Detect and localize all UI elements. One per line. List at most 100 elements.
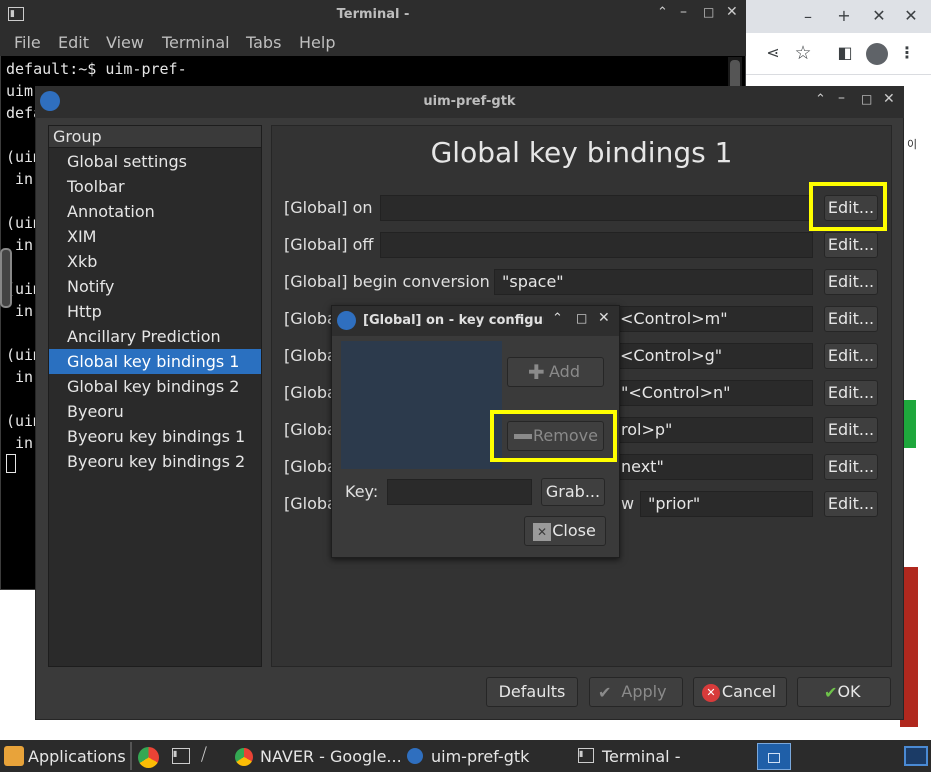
row-value-field[interactable]: next"	[612, 454, 813, 480]
chrome-close-icon[interactable]: ✕	[901, 6, 921, 26]
group-item-global-key-bindings-1[interactable]: Global key bindings 1	[49, 349, 261, 374]
applications-menu[interactable]: Applications	[28, 747, 126, 766]
grab-button[interactable]: Grab...	[541, 478, 605, 506]
begin-conversion-field[interactable]: "space"	[494, 269, 813, 295]
group-item-ancillary-prediction[interactable]: Ancillary Prediction	[49, 324, 261, 349]
row-value-field[interactable]: "<Control>n"	[612, 380, 813, 406]
terminal-launcher-icon[interactable]: ▮	[172, 748, 190, 764]
global-on-field[interactable]	[380, 195, 813, 221]
global-off-field[interactable]	[380, 232, 813, 258]
group-item-xkb[interactable]: Xkb	[49, 249, 261, 274]
more-menu-icon[interactable]: ⋮	[899, 43, 915, 63]
close-x-icon: ✕	[533, 523, 551, 541]
edit-button[interactable]: Edit...	[824, 380, 878, 406]
share-icon[interactable]: ⋖	[762, 43, 784, 63]
edit-button-begin-conversion[interactable]: Edit...	[824, 269, 878, 295]
group-item-byeoru[interactable]: Byeoru	[49, 399, 261, 424]
row-label: [Globa	[284, 346, 337, 365]
edit-button[interactable]: Edit...	[824, 417, 878, 443]
terminal-menu-help[interactable]: Help	[299, 33, 335, 52]
applications-menu-icon[interactable]	[4, 746, 24, 766]
chrome-minimize-button[interactable]: –	[798, 7, 818, 27]
group-item-annotation[interactable]: Annotation	[49, 199, 261, 224]
row-value-field[interactable]: "prior"	[640, 491, 813, 517]
terminal-minimize-icon[interactable]: –	[680, 4, 687, 20]
taskbar-terminal[interactable]: Terminal -	[602, 747, 680, 766]
terminal-menu-edit[interactable]: Edit	[58, 33, 89, 52]
terminal-titlebar: ▮ Terminal - ⌃ – □ ✕	[0, 0, 746, 30]
terminal-collapse-icon[interactable]: ⌃	[657, 5, 668, 20]
terminal-cursor	[6, 454, 16, 473]
group-item-http[interactable]: Http	[49, 299, 261, 324]
row-label: [Globa	[284, 420, 337, 439]
key-label: Key:	[345, 482, 379, 501]
terminal-menu-file[interactable]: File	[14, 33, 41, 52]
add-label: Add	[549, 362, 580, 381]
edit-button[interactable]: Edit...	[824, 491, 878, 517]
profile-avatar-icon[interactable]	[866, 43, 888, 65]
apply-button[interactable]: ✔ Apply	[589, 677, 683, 707]
edit-button[interactable]: Edit...	[824, 306, 878, 332]
group-item-global-settings[interactable]: Global settings	[49, 149, 261, 174]
taskbar-separator	[130, 742, 132, 770]
workspace-switcher[interactable]	[757, 743, 791, 770]
uim-task-icon	[407, 748, 423, 764]
apply-label: Apply	[621, 682, 667, 701]
group-item-xim[interactable]: XIM	[49, 224, 261, 249]
terminal-menu-terminal[interactable]: Terminal	[162, 33, 230, 52]
row-value-field[interactable]: <Control>m"	[612, 306, 813, 332]
chrome-launcher-icon[interactable]	[138, 747, 159, 768]
group-list-header[interactable]: Group	[49, 126, 261, 148]
edit-button[interactable]: Edit...	[824, 454, 878, 480]
row-label: [Globa	[284, 309, 337, 328]
plus-icon: ✚	[528, 360, 545, 384]
show-desktop-icon[interactable]	[904, 746, 928, 766]
check-icon: ✔	[598, 683, 612, 702]
uim-close-icon[interactable]: ✕	[883, 91, 895, 107]
close-label: Close	[552, 521, 596, 540]
terminal-line: in	[6, 368, 34, 386]
group-item-byeoru-key-bindings-2[interactable]: Byeoru key bindings 2	[49, 449, 261, 474]
terminal-close-icon[interactable]: ✕	[726, 4, 738, 20]
edit-button[interactable]: Edit...	[824, 343, 878, 369]
terminal-menu-tabs[interactable]: Tabs	[246, 33, 281, 52]
group-item-byeoru-key-bindings-1[interactable]: Byeoru key bindings 1	[49, 424, 261, 449]
uim-minimize-icon[interactable]: –	[838, 90, 845, 106]
star-icon[interactable]: ☆	[792, 43, 814, 63]
chrome-close-button[interactable]: ✕	[869, 6, 889, 26]
cancel-button[interactable]: ✕ Cancel	[693, 677, 787, 707]
group-item-notify[interactable]: Notify	[49, 274, 261, 299]
chrome-new-tab-button[interactable]: +	[834, 6, 854, 26]
group-item-global-key-bindings-2[interactable]: Global key bindings 2	[49, 374, 261, 399]
uim-maximize-icon[interactable]: □	[861, 92, 872, 106]
uim-collapse-icon[interactable]: ⌃	[815, 92, 826, 107]
group-item-toolbar[interactable]: Toolbar	[49, 174, 261, 199]
close-button[interactable]: ✕ Close	[524, 516, 606, 546]
dialog-maximize-icon[interactable]: □	[576, 311, 587, 325]
sidepanel-icon[interactable]: ◧	[834, 43, 856, 63]
defaults-button[interactable]: Defaults	[486, 677, 578, 707]
row-label-global-on: [Global] on	[284, 198, 373, 217]
terminal-menu-view[interactable]: View	[106, 33, 144, 52]
ok-button[interactable]: ✔ OK	[797, 677, 891, 707]
apache-launcher-icon[interactable]: ⧸	[201, 745, 207, 765]
dialog-title: [Global] on - key configurat	[363, 313, 544, 328]
taskbar-naver[interactable]: NAVER - Google...	[260, 747, 402, 766]
taskbar-uim[interactable]: uim-pref-gtk	[431, 747, 529, 766]
row-label: [Globa	[284, 494, 337, 513]
cancel-icon: ✕	[702, 684, 720, 702]
edit-button-global-off[interactable]: Edit...	[824, 232, 878, 258]
terminal-maximize-icon[interactable]: □	[703, 5, 714, 19]
desktop-handle[interactable]	[0, 248, 12, 308]
dialog-close-icon[interactable]: ✕	[598, 310, 610, 326]
ok-label: OK	[837, 682, 861, 701]
key-list[interactable]	[341, 341, 502, 469]
row-value-field[interactable]: rol>p"	[612, 417, 813, 443]
row-value-field[interactable]: <Control>g"	[612, 343, 813, 369]
terminal-task-icon: ▮	[578, 748, 594, 763]
terminal-line: default:~$ uim-pref-	[6, 60, 187, 78]
terminal-line: in	[6, 434, 34, 452]
key-input[interactable]	[387, 479, 532, 505]
add-button[interactable]: ✚ Add	[507, 357, 604, 387]
dialog-collapse-icon[interactable]: ⌃	[552, 311, 563, 326]
